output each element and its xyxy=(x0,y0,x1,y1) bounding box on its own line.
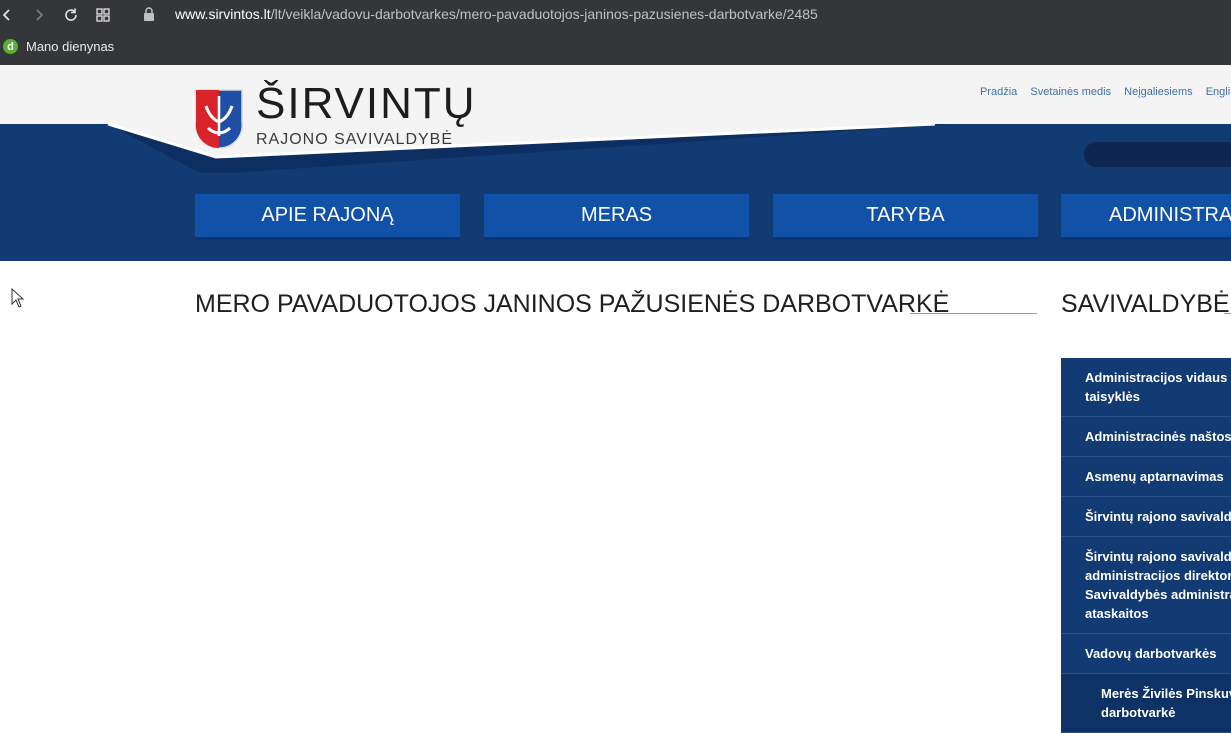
municipality-crest-icon[interactable] xyxy=(194,88,244,150)
sidebar-item-label: administracijos direktoriau xyxy=(1085,568,1231,583)
sidebar-item-savivaldybe[interactable]: Širvintų rajono savivaldybė xyxy=(1061,497,1231,537)
reload-icon[interactable] xyxy=(60,4,82,26)
menu-item-apie-rajona[interactable]: APIE RAJONĄ xyxy=(195,194,460,237)
url-path: /lt/veikla/vadovu-darbotvarkes/mero-pava… xyxy=(270,6,818,22)
sidebar-item-label: Administracinės naštos m xyxy=(1085,429,1231,444)
top-link-accessibility[interactable]: Neįgaliesiems xyxy=(1124,86,1192,98)
menu-item-meras[interactable]: MERAS xyxy=(484,194,749,237)
sidebar-menu: Administracijos vidaus da taisyklės Admi… xyxy=(1061,358,1231,733)
sidebar-item-label: Administracijos vidaus da xyxy=(1085,370,1231,385)
bookmarks-bar xyxy=(0,30,1231,66)
menu-item-taryba[interactable]: TARYBA xyxy=(773,194,1038,237)
sidebar-title-divider xyxy=(1224,313,1231,314)
sidebar-item-label: Vadovų darbotvarkės xyxy=(1085,646,1217,661)
lock-icon[interactable] xyxy=(143,7,157,23)
browser-toolbar: www.sirvintos.lt/lt/veikla/vadovu-darbot… xyxy=(0,0,1231,30)
sidebar-item-vidaus-taisykles[interactable]: Administracijos vidaus da taisyklės xyxy=(1061,358,1231,417)
forward-icon[interactable] xyxy=(28,4,50,26)
sidebar-item-label: Širvintų rajono savivaldybė xyxy=(1085,509,1231,524)
sidebar-item-asmenu-aptarnavimas[interactable]: Asmenų aptarnavimas xyxy=(1061,457,1231,497)
sidebar-item-administracines-nastos[interactable]: Administracinės naštos m xyxy=(1061,417,1231,457)
logo-title[interactable]: ŠIRVINTŲ xyxy=(256,79,477,129)
url-host: www.sirvintos.lt xyxy=(175,6,271,22)
back-icon[interactable] xyxy=(0,4,18,26)
sidebar-item-direktoriaus-ataskaitos[interactable]: Širvintų rajono savivaldybė administraci… xyxy=(1061,537,1231,634)
sidebar-item-label: Asmenų aptarnavimas xyxy=(1085,469,1224,484)
top-link-sitemap[interactable]: Svetainės medis xyxy=(1030,86,1111,98)
top-link-english[interactable]: Engli xyxy=(1206,86,1230,98)
sidebar-item-label: Širvintų rajono savivaldybė xyxy=(1085,549,1231,564)
bookmark-favicon-icon[interactable]: d xyxy=(3,39,18,54)
sidebar-item-label: Savivaldybės administracij xyxy=(1085,587,1231,602)
sidebar-title: SAVIVALDYBĖ xyxy=(1061,290,1230,318)
sidebar-item-label: Merės Živilės Pinskuvie xyxy=(1101,686,1231,701)
top-links: Pradžia Svetainės medis Neįgaliesiems En… xyxy=(980,86,1231,98)
search-input[interactable] xyxy=(1084,142,1231,167)
sidebar-item-label: ataskaitos xyxy=(1085,606,1149,621)
logo-subtitle: RAJONO SAVIVALDYBĖ xyxy=(256,131,454,148)
mouse-cursor-icon xyxy=(11,288,25,308)
page-title: MERO PAVADUOTOJOS JANINOS PAŽUSIENĖS DAR… xyxy=(195,290,950,318)
site-header: ŠIRVINTŲ RAJONO SAVIVALDYBĖ Pradžia Svet… xyxy=(0,65,1231,261)
menu-item-administracija[interactable]: ADMINISTRAC xyxy=(1061,194,1231,237)
bookmark-mano-dienynas[interactable]: Mano dienynas xyxy=(26,39,114,54)
title-divider xyxy=(910,313,1037,314)
top-link-home[interactable]: Pradžia xyxy=(980,86,1017,98)
sidebar-subitem-meres-darbotvarke[interactable]: Merės Živilės Pinskuvie darbotvarkė xyxy=(1061,674,1231,733)
sidebar-item-label: darbotvarkė xyxy=(1101,705,1176,720)
sidebar-item-label: taisyklės xyxy=(1085,389,1140,404)
sidebar-item-vadovu-darbotvarkes[interactable]: Vadovų darbotvarkės xyxy=(1061,634,1231,674)
address-bar[interactable]: www.sirvintos.lt/lt/veikla/vadovu-darbot… xyxy=(175,6,818,22)
apps-grid-icon[interactable] xyxy=(92,4,114,26)
